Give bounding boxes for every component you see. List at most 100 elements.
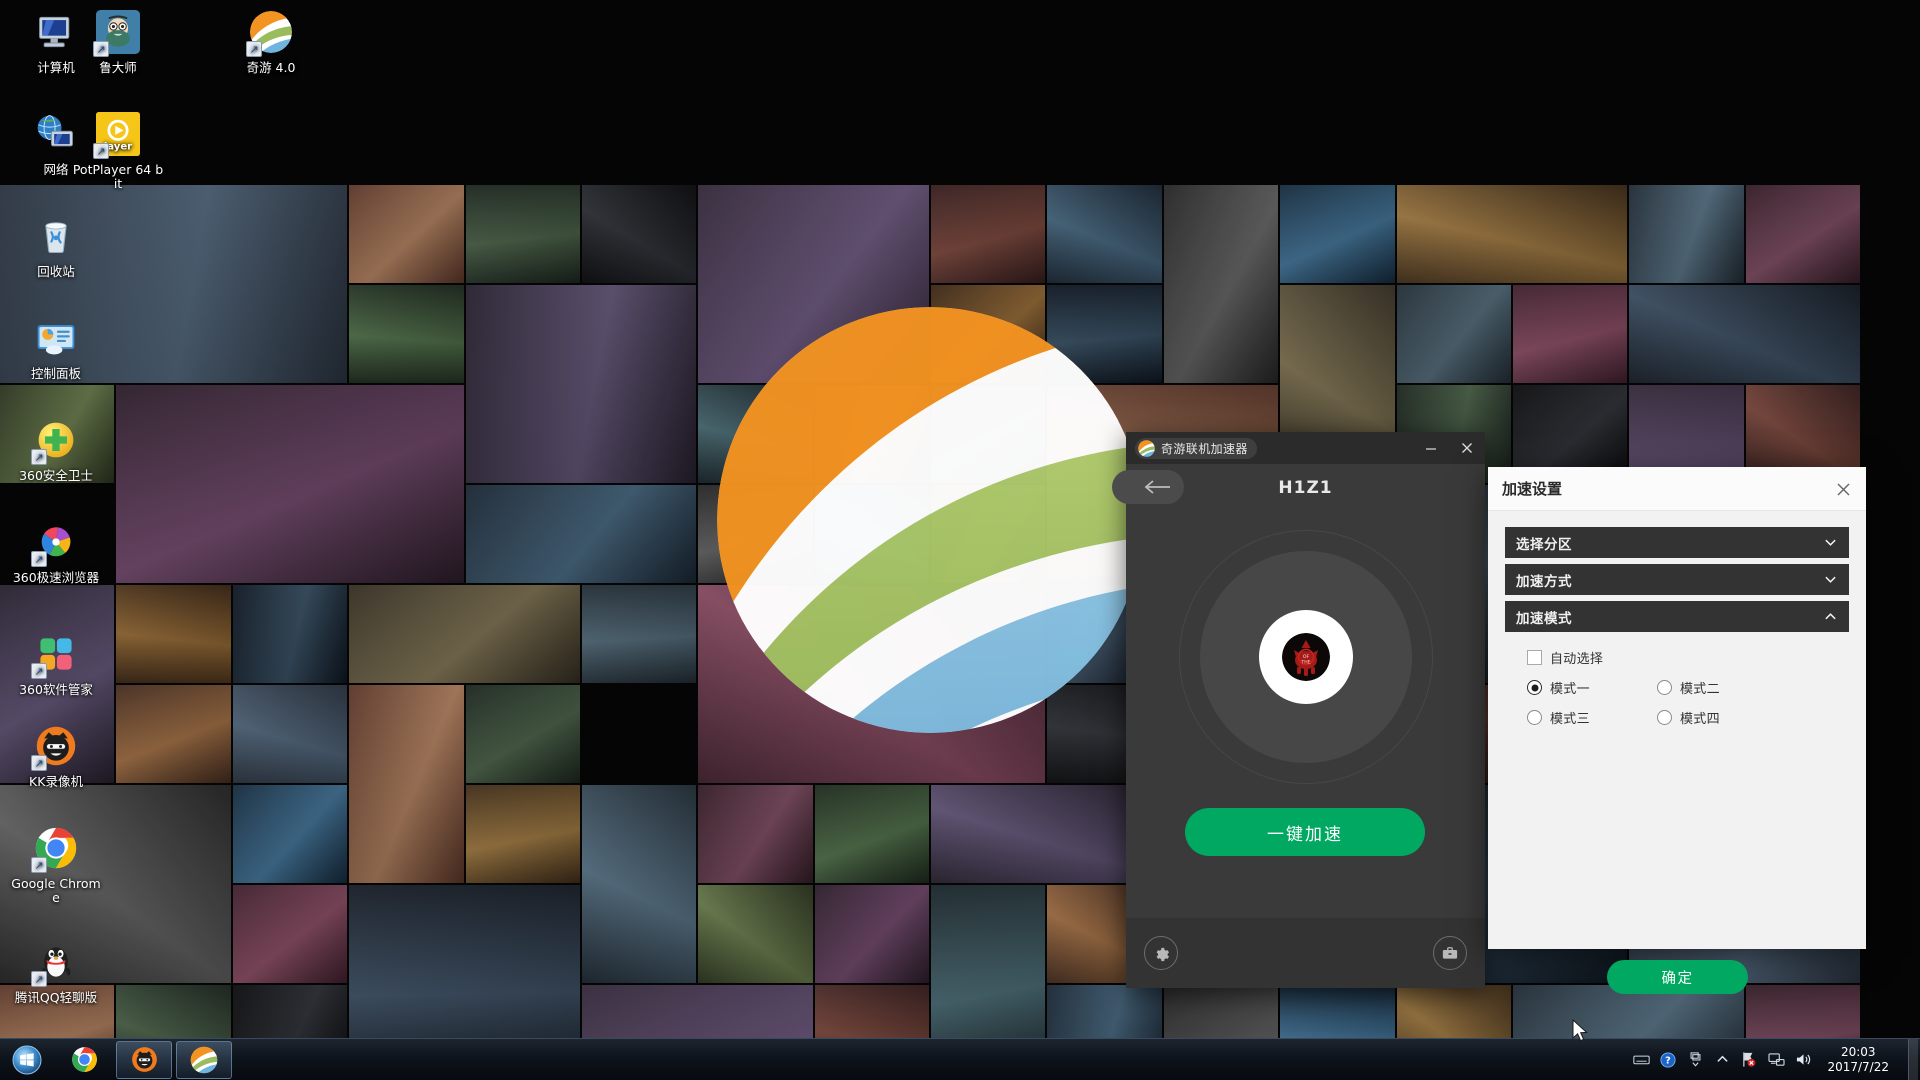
stack-icon[interactable] — [1686, 1051, 1704, 1069]
recycle-bin-icon — [32, 212, 80, 260]
wallpaper-tile — [1629, 185, 1744, 283]
desktop-icon-label: 腾讯QQ轻聊版 — [14, 990, 98, 1005]
close-icon — [1837, 483, 1849, 495]
security-flag-icon[interactable] — [1740, 1051, 1758, 1069]
auto-select-checkbox[interactable] — [1527, 650, 1542, 665]
desktop-icon-qq[interactable]: ↗ 腾讯QQ轻聊版 — [10, 938, 102, 1005]
desktop-icon-qiyou[interactable]: ↗ 奇游 4.0 — [225, 8, 317, 75]
mode-radio-4[interactable] — [1657, 710, 1672, 725]
wallpaper-tile — [1047, 285, 1162, 383]
settings-sections[interactable]: 选择分区加速方式加速模式 — [1505, 527, 1849, 632]
360-browser-icon: ↗ — [31, 518, 80, 567]
mode-radio-3[interactable] — [1527, 710, 1542, 725]
mode-radio-2[interactable] — [1657, 680, 1672, 695]
kk-recorder-icon — [131, 1047, 157, 1072]
wallpaper-tile — [465, 685, 580, 783]
svg-text:OF: OF — [1302, 654, 1309, 660]
help-icon[interactable]: ? — [1659, 1051, 1677, 1069]
wallpaper-tile — [1512, 285, 1628, 383]
qiyou-icon — [190, 1046, 218, 1073]
wallpaper-tile — [349, 185, 464, 283]
mode-option-1[interactable]: 模式一 — [1527, 678, 1657, 697]
desktop-icon-control-panel[interactable]: 控制面板 — [10, 314, 102, 381]
qiyou-logo-icon — [1138, 439, 1155, 457]
clock[interactable]: 20:03 2017/7/22 — [1821, 1045, 1899, 1075]
volume-icon[interactable] — [1794, 1051, 1812, 1069]
taskbar-item-kk-recorder[interactable] — [116, 1040, 172, 1079]
360-safe-icon: ↗ — [31, 416, 80, 465]
mode-row[interactable]: 模式三 模式四 — [1527, 708, 1849, 727]
wallpaper-tile — [116, 385, 464, 583]
desktop-icon-ludashi[interactable]: ↗ 鲁大师 — [72, 8, 164, 75]
shortcut-overlay-icon: ↗ — [93, 41, 109, 57]
show-desktop-button[interactable] — [1908, 1038, 1918, 1080]
desktop-icon-360-software[interactable]: ↗ 360软件管家 — [10, 630, 102, 697]
accelerate-ring-area: OF THE — [1126, 512, 1485, 802]
start-button[interactable] — [0, 1040, 54, 1080]
wallpaper-tile — [1629, 285, 1860, 383]
toolbox-button[interactable] — [1433, 936, 1467, 970]
shortcut-overlay-icon: ↗ — [246, 41, 262, 57]
qiyou-accelerator-window[interactable]: 奇游联机加速器 H1Z1 OF THE 一键加速 — [1112, 432, 1485, 988]
wallpaper-tile — [349, 285, 464, 383]
settings-section-select-zone[interactable]: 选择分区 — [1505, 527, 1849, 558]
settings-section-label: 选择分区 — [1516, 536, 1572, 553]
wallpaper-tile — [814, 885, 929, 983]
confirm-button[interactable]: 确定 — [1607, 960, 1748, 994]
network-icon[interactable] — [1767, 1051, 1785, 1069]
settings-section-accel-mode[interactable]: 加速模式 — [1505, 601, 1849, 632]
dialog-body: 选择分区 加速方式 加速模式 自动选择 模式一 模式二 模式三 模式四 — [1488, 511, 1866, 727]
potplayer-icon: layer ↗ — [93, 110, 142, 159]
desktop-icon-recycle-bin[interactable]: 回收站 — [10, 212, 102, 279]
gear-icon — [1156, 947, 1169, 961]
one-click-accelerate-button[interactable]: 一键加速 — [1185, 808, 1425, 856]
taskbar[interactable]: ? 20:03 2017/7/22 — [0, 1038, 1920, 1080]
confirm-button-label: 确定 — [1661, 970, 1694, 987]
wallpaper-tile — [349, 585, 580, 683]
desktop-icon-potplayer[interactable]: layer ↗ PotPlayer 64 bit — [72, 110, 164, 191]
desktop-icon-360-browser[interactable]: ↗ 360极速浏览器 — [10, 518, 102, 585]
arrow-left-icon — [1144, 480, 1170, 494]
wallpaper-tile — [931, 285, 1046, 383]
acceleration-settings-dialog[interactable]: 加速设置 选择分区 加速方式 加速模式 自动选择 模式一 模式二 模式三 模式四 确定 — [1488, 467, 1866, 994]
desktop-icon-label: 控制面板 — [30, 366, 81, 381]
app-footer — [1126, 918, 1485, 988]
accel-mode-panel[interactable]: 自动选择 模式一 模式二 模式三 模式四 — [1505, 638, 1849, 727]
desktop-icon-360-safe[interactable]: ↗ 360安全卫士 — [10, 416, 102, 483]
show-hidden-icons-button[interactable] — [1713, 1051, 1731, 1069]
taskbar-item-qiyou[interactable] — [176, 1040, 232, 1079]
mode-option-3[interactable]: 模式三 — [1527, 708, 1657, 727]
keyboard-icon[interactable] — [1632, 1051, 1650, 1069]
mode-radio-1[interactable] — [1527, 680, 1542, 695]
dialog-header: 加速设置 — [1488, 467, 1866, 511]
wallpaper-tile — [465, 185, 580, 283]
chrome-icon — [71, 1047, 97, 1072]
settings-section-label: 加速方式 — [1516, 573, 1572, 590]
wallpaper-tile — [698, 585, 1046, 783]
settings-button[interactable] — [1144, 936, 1178, 970]
app-titlebar[interactable]: 奇游联机加速器 — [1126, 432, 1485, 464]
auto-select-option[interactable]: 自动选择 — [1527, 648, 1603, 667]
dialog-close-button[interactable] — [1830, 476, 1856, 502]
wallpaper-tile — [698, 885, 813, 983]
back-button[interactable] — [1112, 470, 1184, 504]
close-button[interactable] — [1449, 432, 1485, 464]
desktop-icon-label: 奇游 4.0 — [246, 60, 296, 75]
auto-select-row[interactable]: 自动选择 — [1527, 648, 1849, 667]
taskbar-item-chrome[interactable] — [56, 1041, 112, 1079]
wallpaper-tile — [931, 485, 1046, 583]
shortcut-overlay-icon: ↗ — [93, 143, 109, 159]
wallpaper-tile — [931, 185, 1046, 283]
mode-option-4[interactable]: 模式四 — [1657, 708, 1720, 727]
minimize-button[interactable] — [1413, 432, 1449, 464]
desktop-icon-kk-recorder[interactable]: ↗ KK录像机 — [10, 722, 102, 789]
game-title: H1Z1 — [1278, 478, 1333, 498]
system-tray[interactable]: ? 20:03 2017/7/22 — [1632, 1038, 1920, 1080]
desktop-icon-chrome[interactable]: ↗ Google Chrome — [10, 824, 102, 905]
mode-radio-group[interactable]: 模式一 模式二 模式三 模式四 — [1527, 678, 1849, 727]
dialog-title: 加速设置 — [1502, 480, 1563, 498]
mode-row[interactable]: 模式一 模式二 — [1527, 678, 1849, 697]
settings-section-accel-method[interactable]: 加速方式 — [1505, 564, 1849, 595]
h1z1-game-logo-icon: OF THE — [1281, 633, 1330, 681]
mode-option-2[interactable]: 模式二 — [1657, 678, 1720, 697]
